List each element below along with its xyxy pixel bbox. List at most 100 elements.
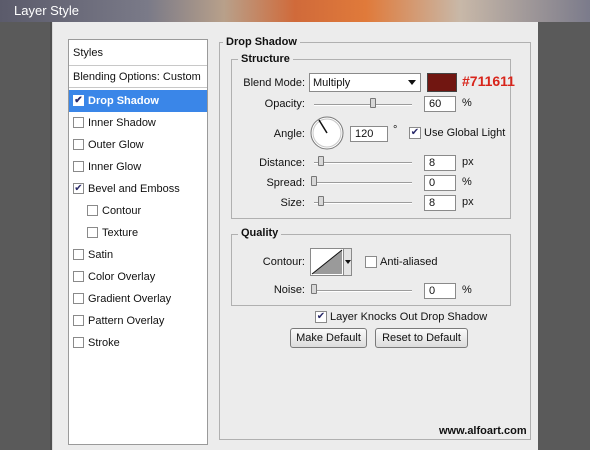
noise-slider-thumb[interactable] — [311, 284, 317, 294]
checkbox-icon[interactable] — [87, 227, 98, 238]
angle-value: 120 — [355, 128, 374, 140]
size-slider-thumb[interactable] — [317, 196, 324, 206]
style-item-gradient-overlay[interactable]: Gradient Overlay — [69, 288, 207, 310]
size-input[interactable]: 8 — [424, 195, 456, 211]
angle-unit: ° — [393, 124, 398, 136]
style-item-texture[interactable]: Texture — [69, 222, 207, 244]
checkbox-icon[interactable] — [73, 271, 84, 282]
spread-input[interactable]: 0 — [424, 175, 456, 191]
checkbox-icon[interactable] — [73, 249, 84, 260]
noise-slider-track[interactable] — [314, 290, 412, 292]
window-title: Layer Style — [14, 3, 80, 18]
style-item-label: Inner Shadow — [88, 116, 156, 129]
spread-slider-thumb[interactable] — [311, 176, 317, 186]
distance-slider-thumb[interactable] — [317, 156, 324, 166]
opacity-slider-track[interactable] — [314, 104, 412, 106]
blend-mode-value: Multiply — [313, 76, 351, 89]
style-item-label: Stroke — [88, 336, 120, 349]
style-item-satin[interactable]: Satin — [69, 244, 207, 266]
checkbox-icon[interactable] — [73, 139, 84, 150]
spread-value: 0 — [429, 177, 436, 189]
quality-legend: Quality — [238, 227, 282, 239]
make-default-button[interactable]: Make Default — [290, 328, 367, 348]
checkbox-icon[interactable] — [73, 117, 84, 128]
style-item-label: Color Overlay — [88, 270, 156, 283]
styles-header[interactable]: Styles — [69, 40, 207, 66]
anti-aliased-checkbox[interactable] — [365, 256, 377, 268]
blend-mode-select[interactable]: Multiply — [309, 73, 421, 92]
distance-input[interactable]: 8 — [424, 155, 456, 171]
angle-input[interactable]: 120 — [350, 126, 388, 142]
size-slider-track[interactable] — [314, 202, 412, 204]
checkbox-icon[interactable] — [73, 337, 84, 348]
watermark: www.alfoart.com — [439, 425, 527, 437]
checkmark-icon: ✔ — [316, 311, 326, 322]
chevron-down-icon — [345, 260, 351, 264]
distance-value: 8 — [429, 157, 436, 169]
opacity-label: Opacity: — [264, 98, 305, 110]
angle-dial-icon[interactable] — [309, 115, 345, 151]
distance-unit: px — [462, 156, 474, 168]
style-item-label: Drop Shadow — [88, 94, 159, 107]
styles-list: Styles Blending Options: Custom ✔ Drop Sh… — [68, 39, 208, 445]
distance-slider-track[interactable] — [314, 162, 412, 164]
style-item-label: Bevel and Emboss — [88, 182, 180, 195]
opacity-slider-thumb[interactable] — [369, 98, 376, 108]
spread-unit: % — [462, 176, 472, 188]
opacity-input[interactable]: 60 — [424, 96, 456, 112]
noise-input[interactable]: 0 — [424, 283, 456, 299]
size-unit: px — [462, 196, 474, 208]
style-item-label: Contour — [102, 204, 142, 217]
distance-label: Distance: — [259, 157, 305, 169]
style-item-label: Gradient Overlay — [88, 292, 172, 305]
drop-shadow-title: Drop Shadow — [223, 36, 300, 48]
contour-preview[interactable] — [310, 248, 344, 276]
make-default-label: Make Default — [296, 332, 361, 344]
style-item-label: Texture — [102, 226, 139, 239]
layer-style-dialog: Styles Blending Options: Custom ✔ Drop Sh… — [52, 22, 538, 450]
spread-slider-track[interactable] — [314, 182, 412, 184]
contour-label: Contour: — [262, 256, 305, 268]
anti-aliased-label: Anti-aliased — [380, 256, 438, 268]
spread-label: Spread: — [266, 177, 305, 189]
style-item-label: Outer Glow — [88, 138, 144, 151]
style-item-outer-glow[interactable]: Outer Glow — [69, 134, 207, 156]
background-left — [0, 0, 50, 450]
checkbox-icon[interactable] — [87, 205, 98, 216]
style-item-bevel-and-emboss[interactable]: ✔ Bevel and Emboss — [69, 178, 207, 200]
title-bar[interactable]: Layer Style — [0, 0, 590, 22]
use-global-light-checkbox[interactable]: ✔ — [409, 127, 421, 139]
use-global-light-label: Use Global Light — [424, 127, 506, 139]
structure-legend: Structure — [238, 53, 293, 65]
blending-options-label: Blending Options: Custom — [73, 70, 201, 83]
chevron-down-icon — [408, 80, 416, 85]
noise-unit: % — [462, 284, 472, 296]
checkbox-icon[interactable] — [73, 315, 84, 326]
style-item-stroke[interactable]: Stroke — [69, 332, 207, 354]
reset-to-default-button[interactable]: Reset to Default — [375, 328, 468, 348]
noise-label: Noise: — [273, 284, 305, 296]
opacity-value: 60 — [429, 98, 442, 110]
background-right — [538, 0, 590, 450]
checkbox-icon[interactable] — [73, 293, 84, 304]
styles-header-label: Styles — [73, 46, 103, 59]
reset-to-default-label: Reset to Default — [382, 332, 461, 344]
style-item-inner-glow[interactable]: Inner Glow — [69, 156, 207, 178]
checkbox-checked-icon[interactable]: ✔ — [73, 95, 84, 106]
style-item-inner-shadow[interactable]: Inner Shadow — [69, 112, 207, 134]
layer-knocks-out-checkbox[interactable]: ✔ — [315, 311, 327, 323]
angle-label: Angle: — [273, 128, 305, 140]
style-item-pattern-overlay[interactable]: Pattern Overlay — [69, 310, 207, 332]
style-item-contour[interactable]: Contour — [69, 200, 207, 222]
checkbox-checked-icon[interactable]: ✔ — [73, 183, 84, 194]
blend-mode-label: Blend Mode: — [243, 77, 305, 89]
style-item-color-overlay[interactable]: Color Overlay — [69, 266, 207, 288]
style-item-drop-shadow[interactable]: ✔ Drop Shadow — [69, 90, 207, 112]
style-item-label: Satin — [88, 248, 114, 261]
shadow-color-swatch[interactable] — [427, 73, 457, 92]
blending-options-item[interactable]: Blending Options: Custom — [69, 66, 207, 88]
checkbox-icon[interactable] — [73, 161, 84, 172]
checkmark-icon: ✔ — [410, 127, 420, 138]
style-item-label: Inner Glow — [88, 160, 142, 173]
contour-dropdown[interactable] — [343, 248, 352, 276]
